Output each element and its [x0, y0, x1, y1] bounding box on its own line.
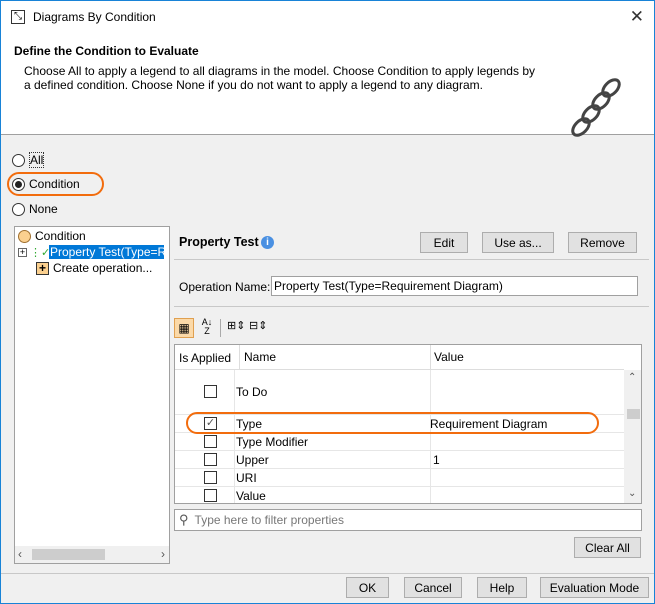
property-test-icon: ⋮✓ [30, 246, 51, 259]
operation-name-input[interactable]: Property Test(Type=Requirement Diagram) [271, 276, 638, 296]
table-row[interactable]: Type Modifier [175, 433, 624, 451]
info-icon[interactable]: i [261, 236, 274, 249]
app-icon: ⤡ [11, 10, 25, 24]
row-name: Type Modifier [236, 435, 309, 449]
row-value[interactable]: 1 [433, 453, 440, 467]
tree-root[interactable]: Condition [18, 229, 86, 243]
is-applied-checkbox[interactable] [204, 453, 217, 466]
radio-all-label: All [29, 152, 45, 168]
dialog-window: ⤡ Diagrams By Condition ✕ Define the Con… [0, 0, 655, 604]
filter-input[interactable]: ⚲ Type here to filter properties [174, 509, 642, 531]
title-bar: ⤡ Diagrams By Condition ✕ [1, 1, 654, 33]
column-header-value[interactable]: Value [430, 345, 464, 370]
search-icon: ⚲ [179, 512, 189, 527]
expand-all-icon[interactable]: ⊞⇕ [227, 319, 245, 332]
tree-item-label: Create operation... [53, 261, 153, 275]
radio-none-label: None [29, 202, 58, 216]
sort-alpha-button[interactable]: A↓ Z [198, 318, 216, 338]
vertical-scrollbar[interactable]: ⌃ ⌄ [624, 370, 641, 503]
header-title: Define the Condition to Evaluate [14, 44, 199, 58]
table-header: Is Applied Name Value [175, 345, 624, 370]
is-applied-checkbox[interactable] [204, 471, 217, 484]
scroll-down-icon[interactable]: ⌄ [628, 488, 636, 499]
table-row[interactable]: URI [175, 469, 624, 487]
is-applied-checkbox[interactable] [204, 385, 217, 398]
close-icon[interactable]: ✕ [630, 7, 644, 27]
remove-button[interactable]: Remove [568, 232, 637, 253]
header-panel: Define the Condition to Evaluate Choose … [1, 33, 654, 137]
evaluation-mode-button[interactable]: Evaluation Mode [540, 577, 649, 598]
table-row[interactable]: Value [175, 487, 624, 503]
tree-item-label: Property Test(Type=Re [49, 245, 164, 259]
header-description: Choose All to apply a legend to all diag… [24, 64, 535, 92]
highlight-condition [7, 172, 104, 196]
add-icon: + [36, 261, 49, 275]
row-name: URI [236, 471, 257, 485]
chain-icon [566, 73, 626, 143]
highlight-type-row [186, 412, 599, 434]
cancel-button[interactable]: Cancel [404, 577, 462, 598]
scroll-up-icon[interactable]: ⌃ [628, 372, 636, 383]
horizontal-scrollbar[interactable]: ‹ › [15, 546, 169, 563]
toolbar-separator [220, 319, 221, 337]
is-applied-checkbox[interactable] [204, 489, 217, 502]
radio-all-circle[interactable] [12, 153, 25, 167]
row-name: Value [236, 489, 266, 503]
edit-button[interactable]: Edit [420, 232, 468, 253]
tree-item-create-operation[interactable]: + Create operation... [36, 261, 152, 275]
window-title: Diagrams By Condition [33, 10, 156, 24]
operation-name-label: Operation Name: [179, 280, 271, 294]
row-name: To Do [236, 385, 268, 399]
expand-icon[interactable]: + [18, 247, 27, 257]
ok-button[interactable]: OK [346, 577, 389, 598]
help-button[interactable]: Help [477, 577, 527, 598]
use-as-button[interactable]: Use as... [482, 232, 554, 253]
column-header-name[interactable]: Name [239, 345, 276, 370]
clear-all-button[interactable]: Clear All [574, 537, 641, 558]
footer-divider [1, 573, 654, 574]
panel-title: Property Test [179, 235, 259, 249]
tree-root-label: Condition [35, 229, 86, 243]
radio-none[interactable]: None [12, 202, 58, 216]
divider [174, 259, 649, 260]
row-name: Upper [236, 453, 269, 467]
table-row[interactable]: To Do [175, 370, 624, 415]
categorized-view-button[interactable]: ▦ [174, 318, 194, 338]
radio-all[interactable]: All [12, 152, 45, 168]
table-row[interactable]: Upper 1 [175, 451, 624, 469]
condition-tree[interactable]: Condition + ⋮✓ Property Test(Type=Re + C… [14, 226, 170, 564]
collapse-all-icon[interactable]: ⊟⇕ [249, 319, 267, 332]
radio-none-circle[interactable] [12, 202, 25, 216]
tree-item-property-test[interactable]: + ⋮✓ Property Test(Type=Re [18, 245, 164, 259]
is-applied-checkbox[interactable] [204, 435, 217, 448]
divider [174, 306, 649, 307]
filter-placeholder: Type here to filter properties [194, 513, 344, 527]
condition-icon [18, 229, 31, 243]
column-header-is-applied[interactable]: Is Applied [179, 351, 231, 365]
